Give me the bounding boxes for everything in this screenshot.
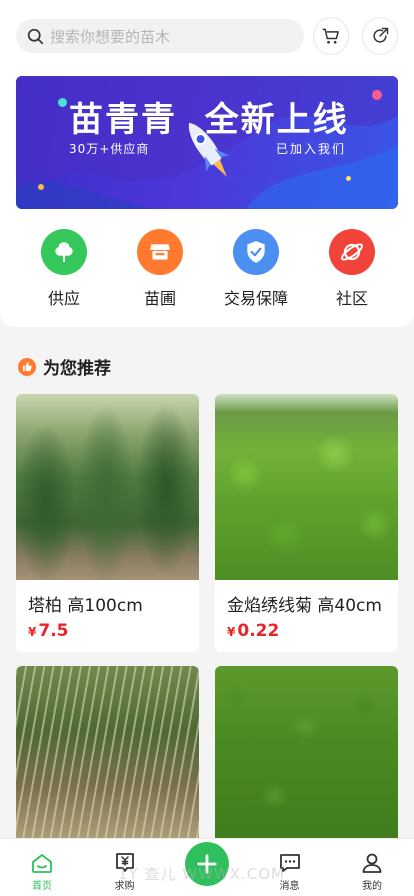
banner-dot [372,90,382,100]
thumbs-up-icon [18,357,36,376]
share-button[interactable] [362,17,398,55]
search-input[interactable]: 搜索你想要的苗木 [16,19,304,53]
search-bar: 搜索你想要的苗木 [0,0,414,55]
category-community[interactable]: 社区 [314,229,390,309]
tab-home[interactable]: 首页 [18,851,66,892]
product-image [16,666,199,852]
banner-title: 苗青青 全新上线 [69,100,349,140]
banner-dot [346,176,351,181]
banner-dot [38,184,44,190]
plus-icon [185,842,229,886]
promo-banner[interactable]: 苗青青 全新上线 30万+供应商 已加入我们 [16,76,398,209]
tab-messages[interactable]: 消息 [266,851,314,892]
message-icon [279,854,300,872]
tab-publish[interactable] [183,842,231,892]
share-icon [373,27,389,43]
category-row: 供应 苗圃 交易保障 社区 [0,209,414,309]
search-icon [27,28,44,44]
product-card[interactable] [16,666,199,852]
shield-icon [233,229,279,275]
tab-label: 我的 [362,881,382,892]
tab-label: 首页 [32,881,52,892]
product-image [16,394,199,580]
category-label: 交易保障 [223,289,288,308]
banner-subtitle-right: 已加入我们 [275,142,346,156]
currency-symbol: ¥ [28,625,37,639]
tree-icon [41,229,87,275]
cart-button[interactable] [313,17,349,55]
product-price: ¥0.22 [227,621,386,641]
product-grid: 塔柏 高100cm ¥7.5 金焰绣线菊 高40cm ¥0.22 [0,379,414,852]
product-image [215,394,398,580]
product-card[interactable] [215,666,398,852]
recommend-title: 为您推荐 [43,359,111,379]
product-info: 塔柏 高100cm ¥7.5 [16,580,199,652]
product-info: 金焰绣线菊 高40cm ¥0.22 [215,580,398,652]
category-label: 社区 [335,289,368,308]
category-label: 供应 [47,289,80,308]
product-card[interactable]: 金焰绣线菊 高40cm ¥0.22 [215,394,398,652]
price-value: 0.22 [237,621,280,641]
product-price: ¥7.5 [28,621,187,641]
bottom-tab-bar: 首页 求购 消息 我的 [0,838,414,896]
tab-profile[interactable]: 我的 [348,851,396,892]
home-icon [32,854,52,873]
search-placeholder: 搜索你想要的苗木 [50,27,171,46]
banner-dot [58,98,67,107]
cart-icon [322,28,339,44]
category-label: 苗圃 [143,289,176,308]
purchase-icon [115,853,134,872]
tab-purchase[interactable]: 求购 [101,851,149,892]
top-section: 搜索你想要的苗木 苗青青 全新上线 30万+供应商 已加入我们 供应 苗圃 交易… [0,0,414,327]
tab-label: 消息 [279,881,300,892]
product-name: 塔柏 高100cm [28,596,143,616]
price-value: 7.5 [38,621,69,641]
product-image [215,666,398,852]
category-supply[interactable]: 供应 [26,229,102,309]
currency-symbol: ¥ [227,625,236,639]
planet-icon [329,229,375,275]
store-icon [137,229,183,275]
category-guarantee[interactable]: 交易保障 [218,229,294,309]
banner-subtitle-left: 30万+供应商 [69,142,150,156]
user-icon [362,853,382,873]
recommend-header: 为您推荐 [0,327,414,379]
product-name: 金焰绣线菊 高40cm [227,596,382,616]
tab-label: 求购 [114,881,135,892]
product-card[interactable]: 塔柏 高100cm ¥7.5 [16,394,199,652]
category-nursery[interactable]: 苗圃 [122,229,198,309]
